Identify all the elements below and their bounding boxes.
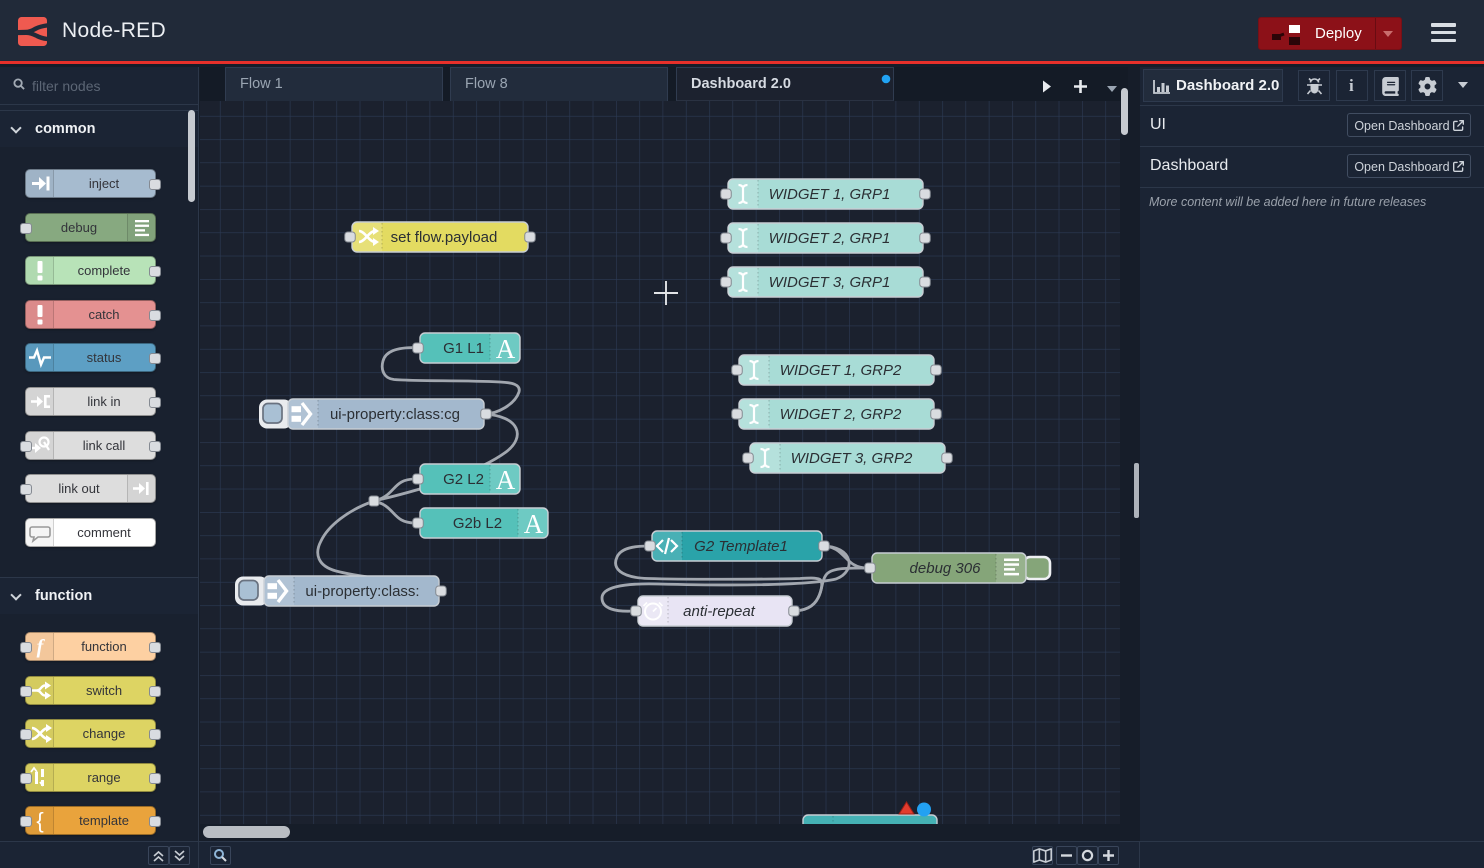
- svg-text:G1 L1: G1 L1: [443, 340, 484, 357]
- svg-text:WIDGET 2, GRP1: WIDGET 2, GRP1: [769, 230, 891, 247]
- svg-text:set flow.payload: set flow.payload: [391, 229, 498, 246]
- svg-text:WIDGET 3, GRP2: WIDGET 3, GRP2: [791, 450, 913, 467]
- svg-text:debug 306: debug 306: [910, 560, 982, 577]
- svg-text:WIDGET 1, GRP1: WIDGET 1, GRP1: [769, 186, 891, 203]
- svg-text:G2 Template1: G2 Template1: [694, 538, 788, 555]
- svg-text:WIDGET 1, GRP2: WIDGET 1, GRP2: [780, 362, 902, 379]
- svg-text:A: A: [496, 334, 516, 364]
- svg-text:{: {: [36, 808, 43, 833]
- svg-text:G2 L2: G2 L2: [443, 471, 484, 488]
- svg-text:A: A: [496, 465, 516, 495]
- svg-text:G2b L2: G2b L2: [453, 515, 502, 532]
- svg-text:WIDGET 2, GRP2: WIDGET 2, GRP2: [780, 406, 902, 423]
- svg-text:A: A: [524, 509, 544, 539]
- svg-text:ui-property:class:cg: ui-property:class:cg: [330, 406, 460, 423]
- svg-text:WIDGET 3, GRP1: WIDGET 3, GRP1: [769, 274, 891, 291]
- svg-text:ui-property:class:: ui-property:class:: [305, 583, 419, 600]
- svg-text:anti-repeat: anti-repeat: [683, 603, 756, 620]
- svg-text:f: f: [37, 636, 46, 658]
